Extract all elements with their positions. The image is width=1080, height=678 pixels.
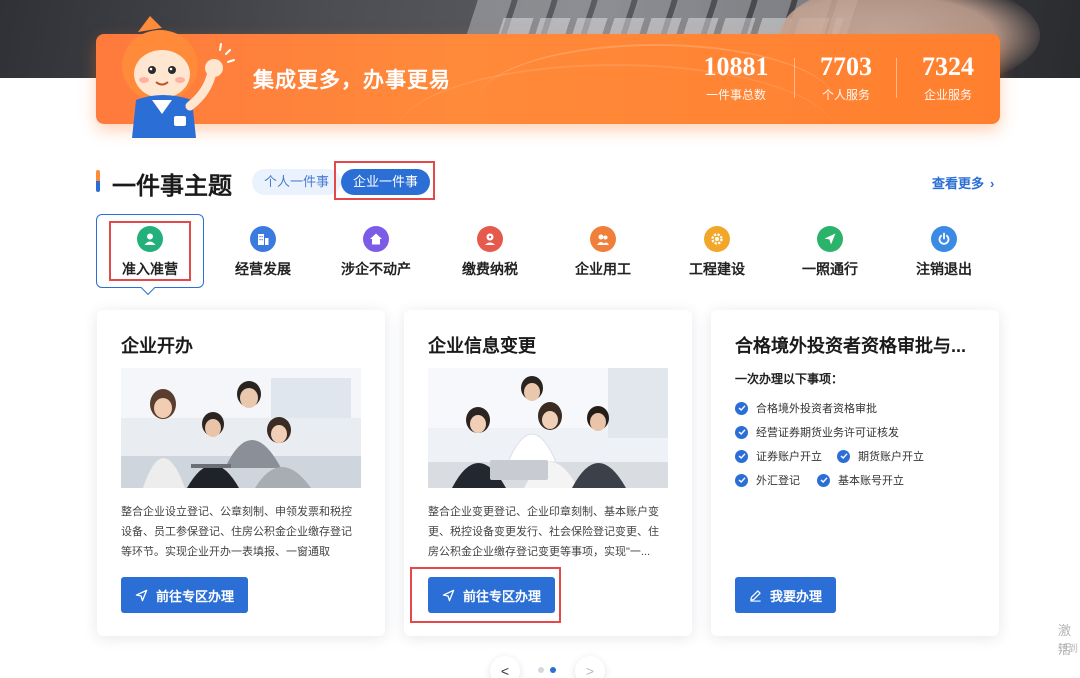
check-circle-icon xyxy=(735,425,748,439)
mascot-illustration xyxy=(122,16,235,138)
team-photo xyxy=(428,368,668,488)
highlight-box xyxy=(109,221,191,281)
card-title: 企业开办 xyxy=(121,336,193,356)
category-budongchan[interactable]: 涉企不动产 xyxy=(322,220,430,279)
check-item: 外汇登记 xyxy=(735,472,800,488)
chevron-right-icon: › xyxy=(990,176,995,191)
category-label: 涉企不动产 xyxy=(341,261,411,277)
button-label: 我要办理 xyxy=(770,588,823,604)
check-circle-icon xyxy=(837,449,850,463)
section-accent-bar xyxy=(96,170,100,192)
stat-divider xyxy=(896,58,897,98)
tax-icon xyxy=(477,226,503,252)
send-icon xyxy=(135,589,148,601)
send-icon xyxy=(817,226,843,252)
check-circle-icon xyxy=(735,401,748,415)
pager-dot[interactable] xyxy=(538,667,544,673)
check-item-label: 证券账户开立 xyxy=(756,451,822,463)
apply-button[interactable]: 我要办理 xyxy=(735,577,837,613)
stat-label: 个人服务 xyxy=(821,88,870,102)
check-item-label: 外汇登记 xyxy=(756,475,800,487)
pencil-icon xyxy=(750,589,761,602)
tab-personal[interactable]: 个人一件事 xyxy=(252,169,342,195)
view-more-link[interactable]: 查看更多 › xyxy=(932,173,994,192)
pager-prev-button[interactable]: < xyxy=(490,656,520,678)
category-label: 一照通行 xyxy=(802,261,858,277)
pager-dot-active[interactable] xyxy=(550,667,556,673)
card-title: 合格境外投资者资格审批与... xyxy=(735,336,967,356)
category-label: 企业用工 xyxy=(575,261,631,277)
check-item: 期货账户开立 xyxy=(837,448,924,464)
stat-divider xyxy=(794,58,795,98)
category-nashui[interactable]: 缴费纳税 xyxy=(436,220,544,279)
stat-value: 7703 xyxy=(820,52,872,81)
check-item-label: 经营证券期货业务许可证核发 xyxy=(756,427,899,439)
pager-next-button[interactable]: > xyxy=(575,656,605,678)
chevron-left-icon: < xyxy=(500,663,510,678)
stat-label: 一件事总数 xyxy=(705,88,766,102)
power-icon xyxy=(931,226,957,252)
category-jingying[interactable]: 经营发展 xyxy=(209,220,317,279)
stat-enterprise: 7324 企业服务 xyxy=(912,52,984,103)
highlight-box xyxy=(410,567,561,623)
banner-slogan: 集成更多，办事更易 xyxy=(253,69,451,92)
building-icon xyxy=(250,226,276,252)
category-yonggong[interactable]: 企业用工 xyxy=(549,220,657,279)
view-more-label: 查看更多 xyxy=(932,176,985,191)
stat-label: 企业服务 xyxy=(923,88,972,102)
stat-value: 7324 xyxy=(922,52,974,81)
category-yizhao[interactable]: 一照通行 xyxy=(776,220,884,279)
goto-zone-button[interactable]: 前往专区办理 xyxy=(121,577,249,613)
service-card-hegejingwai: 合格境外投资者资格审批与... 一次办理以下事项： 合格境外投资者资格审批 经营… xyxy=(711,310,999,636)
check-item: 基本账号开立 xyxy=(817,472,904,488)
category-label: 缴费纳税 xyxy=(462,261,518,277)
card-description: 整合企业设立登记、公章刻制、申领发票和税控设备、员工参保登记、住房公积金企业缴存… xyxy=(121,506,352,558)
card-description: 整合企业变更登记、企业印章刻制、基本账户变更、税控设备变更发行、社会保险登记变更… xyxy=(428,506,659,558)
check-circle-icon xyxy=(735,473,748,487)
button-label: 前往专区办理 xyxy=(156,588,235,604)
section-title: 一件事主题 xyxy=(112,173,232,200)
check-item: 证券账户开立 xyxy=(735,448,822,464)
chevron-right-icon: > xyxy=(585,663,595,678)
gear-icon xyxy=(704,226,730,252)
category-gongcheng[interactable]: 工程建设 xyxy=(663,220,771,279)
category-label: 注销退出 xyxy=(916,261,972,277)
service-card-qiyekaiban: 企业开办 整合企业设立登记、公章刻制、申领发票和税控设备、员工参保登记、住房公积… xyxy=(97,310,385,636)
stat-total: 10881 一件事总数 xyxy=(700,52,772,103)
stat-value: 10881 xyxy=(703,52,769,81)
category-zhuxiao[interactable]: 注销退出 xyxy=(890,220,998,279)
check-item-label: 期货账户开立 xyxy=(858,451,924,463)
category-label: 工程建设 xyxy=(689,261,745,277)
card-title: 企业信息变更 xyxy=(428,336,536,356)
team-photo xyxy=(121,368,361,488)
card-subtitle: 一次办理以下事项： xyxy=(735,372,844,386)
worker-icon xyxy=(590,226,616,252)
check-circle-icon xyxy=(817,473,830,487)
category-label: 经营发展 xyxy=(235,261,291,277)
check-item-label: 合格境外投资者资格审批 xyxy=(756,403,877,415)
stat-personal: 7703 个人服务 xyxy=(810,52,882,103)
check-circle-icon xyxy=(735,449,748,463)
check-item-label: 基本账号开立 xyxy=(838,475,904,487)
activation-watermark-sub: 转到 xyxy=(1058,644,1078,655)
check-item: 经营证券期货业务许可证核发 xyxy=(735,424,899,440)
house-icon xyxy=(363,226,389,252)
highlight-box xyxy=(334,161,435,200)
check-item: 合格境外投资者资格审批 xyxy=(735,400,877,416)
